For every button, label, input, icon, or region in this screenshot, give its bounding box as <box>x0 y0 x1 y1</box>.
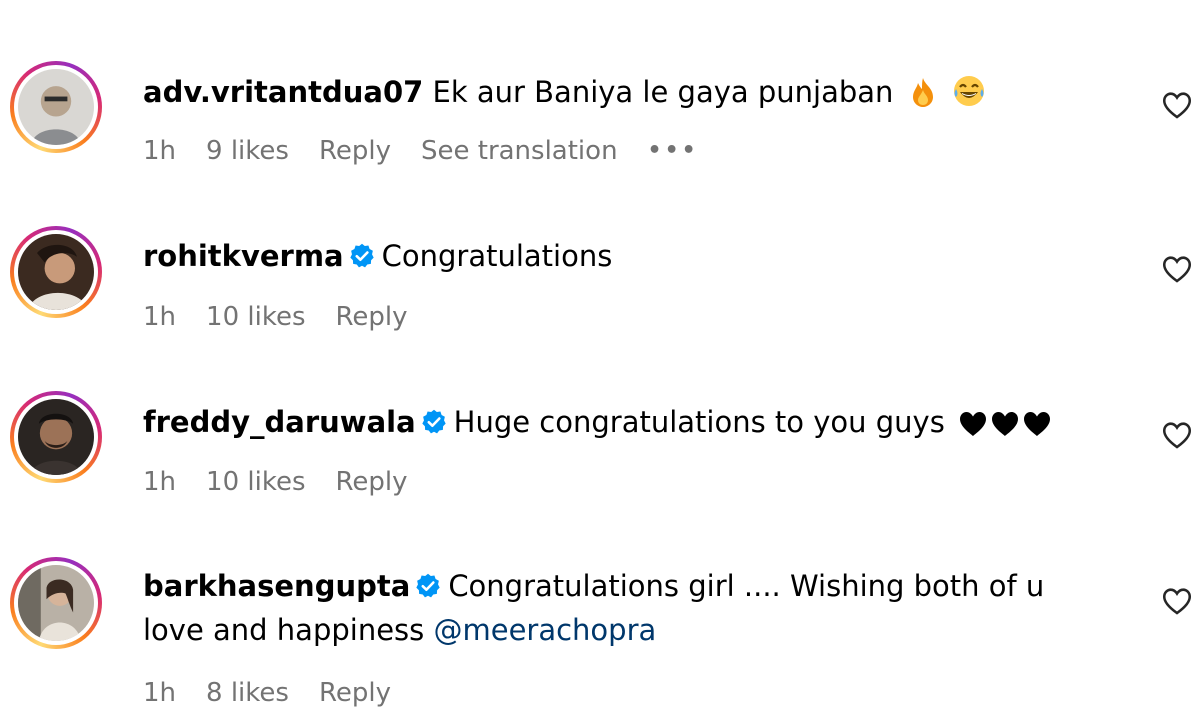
reply-button[interactable]: Reply <box>319 673 391 713</box>
likes-count[interactable]: 9 likes <box>206 131 289 171</box>
likes-count[interactable]: 10 likes <box>206 297 305 337</box>
username[interactable]: rohitkverma <box>143 239 344 273</box>
comment-body: Congratulations <box>381 239 613 273</box>
comment-text: adv.vritantdua07 Ek aur Baniya le gaya p… <box>143 70 1090 114</box>
comment-time: 1h <box>143 302 177 332</box>
avatar[interactable] <box>10 557 102 649</box>
heart-outline-icon[interactable] <box>1160 88 1194 122</box>
username[interactable]: adv.vritantdua07 <box>143 75 423 109</box>
reply-button[interactable]: Reply <box>336 297 408 337</box>
avatar-image <box>18 399 94 475</box>
reply-button[interactable]: Reply <box>319 131 391 171</box>
comment-meta: 1h 10 likes Reply <box>143 297 408 337</box>
comment-text: freddy_daruwala Huge congratulations to … <box>143 400 1090 444</box>
username[interactable]: barkhasengupta <box>143 569 410 603</box>
comment-meta: 1h 9 likes Reply See translation ••• <box>143 131 699 171</box>
likes-count[interactable]: 10 likes <box>206 462 305 502</box>
avatar-image <box>18 565 94 641</box>
username[interactable]: freddy_daruwala <box>143 405 416 439</box>
avatar-image <box>18 69 94 145</box>
fire-emoji-icon <box>912 78 933 107</box>
heart-outline-icon[interactable] <box>1160 252 1194 286</box>
comment-meta: 1h 10 likes Reply <box>143 462 408 502</box>
avatar[interactable] <box>10 391 102 483</box>
comment-text: rohitkverma Congratulations <box>143 234 1090 278</box>
likes-count[interactable]: 8 likes <box>206 673 289 713</box>
verified-badge-icon <box>421 409 446 434</box>
comment-text: barkhasengupta Congratulations girl ....… <box>143 564 1090 652</box>
heart-outline-icon[interactable] <box>1160 584 1194 618</box>
reply-button[interactable]: Reply <box>336 462 408 502</box>
comment-time: 1h <box>143 136 177 166</box>
comment-meta: 1h 8 likes Reply <box>143 673 391 713</box>
heart-outline-icon[interactable] <box>1160 418 1194 452</box>
comment-time: 1h <box>143 467 177 497</box>
comments-list: adv.vritantdua07 Ek aur Baniya le gaya p… <box>0 0 1200 720</box>
see-translation-button[interactable]: See translation <box>421 131 618 171</box>
verified-badge-icon <box>416 573 440 598</box>
verified-badge-icon <box>349 243 374 268</box>
avatar[interactable] <box>10 226 102 318</box>
comment-time: 1h <box>143 678 177 708</box>
avatar-image <box>18 234 94 310</box>
avatar[interactable] <box>10 61 102 153</box>
more-options-icon[interactable]: ••• <box>648 131 699 171</box>
comment-body: Ek aur Baniya le gaya punjaban <box>432 75 894 109</box>
black-hearts-emoji-icon <box>960 412 1051 436</box>
mention-link[interactable]: @meerachopra <box>433 613 656 647</box>
comment-body: Huge congratulations to you guys <box>453 405 945 439</box>
tears-of-joy-emoji-icon <box>953 76 984 106</box>
